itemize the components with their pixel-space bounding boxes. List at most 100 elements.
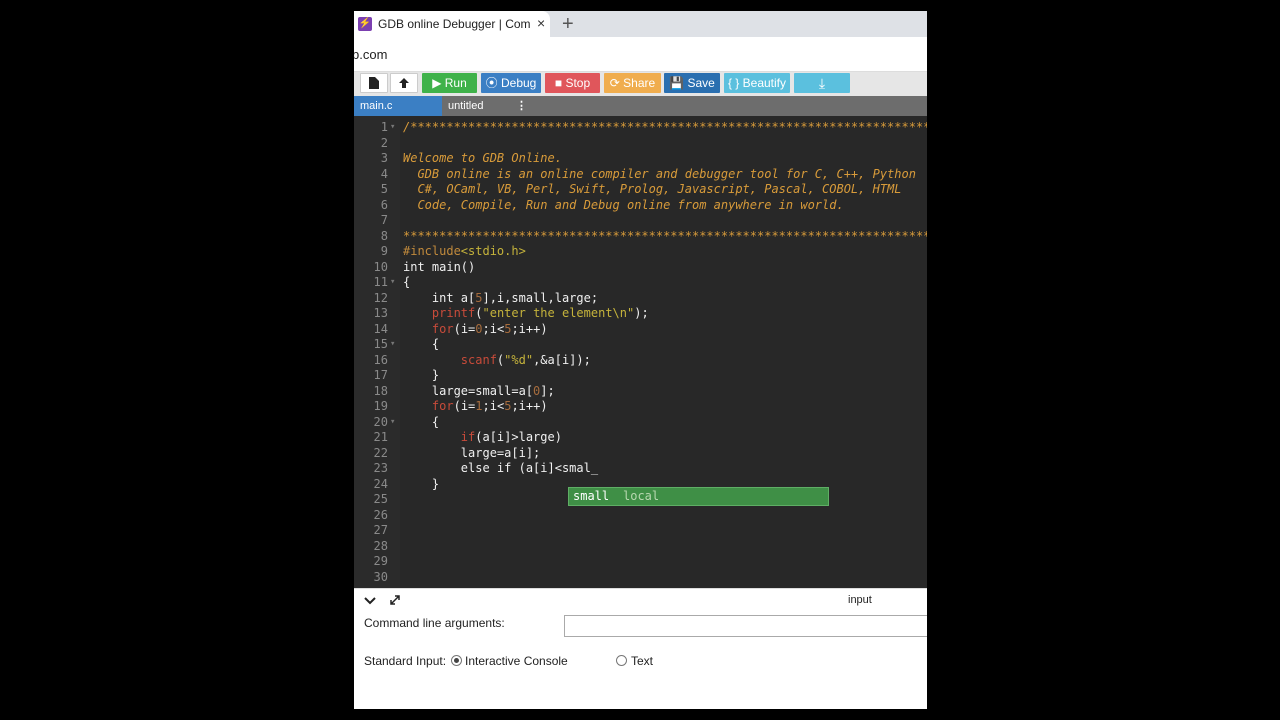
code-line[interactable]: 8 ***************************************… — [354, 229, 927, 245]
autocomplete-popup[interactable]: small local — [568, 487, 829, 506]
url-text[interactable]: b.com — [354, 47, 387, 62]
code-text[interactable]: GDB online is an online compiler and deb… — [403, 167, 916, 183]
code-text[interactable]: } — [403, 368, 439, 384]
interactive-console-label[interactable]: Interactive Console — [465, 654, 568, 668]
code-line[interactable]: 21 if(a[i]>large) — [354, 430, 927, 446]
code-line[interactable]: 28 — [354, 539, 927, 555]
text-option-label[interactable]: Text — [631, 654, 653, 668]
radio-text[interactable] — [616, 655, 627, 666]
address-bar[interactable]: b.com — [354, 37, 927, 72]
upload-button[interactable] — [390, 73, 418, 93]
code-text[interactable]: if(a[i]>large) — [403, 430, 562, 446]
code-text[interactable]: } — [403, 477, 439, 493]
code-line[interactable]: 13 printf("enter the element\n"); — [354, 306, 927, 322]
code-line[interactable]: 17 } — [354, 368, 927, 384]
code-line[interactable]: 15 ▾ { — [354, 337, 927, 353]
code-token: scanf — [460, 352, 497, 367]
fold-toggle-icon[interactable]: ▾ — [390, 337, 395, 353]
bottom-panel: input Command line arguments: Standard I… — [354, 588, 927, 709]
code-line[interactable]: 26 — [354, 508, 927, 524]
code-line[interactable]: 27 — [354, 523, 927, 539]
standard-input-label: Standard Input: — [364, 654, 447, 668]
line-number: 29 — [373, 554, 388, 568]
code-editor[interactable]: 1 ▾ /*************************************… — [354, 116, 927, 588]
share-button[interactable]: ⟳ Share — [604, 73, 661, 93]
code-text[interactable]: int a[5],i,small,large; — [403, 291, 598, 307]
new-tab-button[interactable]: + — [562, 13, 574, 36]
line-number: 11 — [373, 275, 388, 289]
code-text[interactable]: scanf("%d",&a[i]); — [403, 353, 591, 369]
code-token: ],i,small,large; — [482, 290, 599, 305]
code-text[interactable]: ****************************************… — [403, 229, 927, 245]
line-number: 16 — [373, 352, 388, 367]
code-text[interactable]: { — [403, 337, 439, 353]
code-token: 1 — [475, 399, 483, 413]
code-line[interactable]: 30 — [354, 570, 927, 586]
radio-interactive-console[interactable] — [451, 655, 462, 666]
code-token: ;i++) — [511, 399, 548, 413]
code-text[interactable]: { — [403, 275, 410, 291]
code-line[interactable]: 22 large=a[i]; — [354, 446, 927, 462]
code-line[interactable]: 9 #include<stdio.h> — [354, 244, 927, 260]
code-text[interactable]: int main() — [403, 260, 475, 276]
gdb-favicon-icon: ⚡ — [358, 17, 372, 31]
tab-menu-icon[interactable]: ⋮ — [516, 96, 527, 116]
beautify-button[interactable]: { } Beautify — [724, 73, 790, 93]
run-button[interactable]: ▶ Run — [422, 73, 477, 93]
code-token: ****************************************… — [403, 228, 927, 243]
ide-toolbar: ▶ Run ⦿ Debug ■ Stop ⟳ Share 💾 Save { } … — [354, 72, 927, 96]
code-text[interactable]: C#, OCaml, VB, Perl, Swift, Prolog, Java… — [403, 182, 901, 198]
autocomplete-word[interactable]: small — [573, 488, 609, 505]
code-line[interactable]: 10 int main() — [354, 260, 927, 276]
close-tab-icon[interactable]: × — [537, 15, 545, 31]
code-line[interactable]: 5 C#, OCaml, VB, Perl, Swift, Prolog, Ja… — [354, 182, 927, 198]
debug-button[interactable]: ⦿ Debug — [481, 73, 541, 93]
browser-tab[interactable]: ⚡ GDB online Debugger | Compiler × — [354, 11, 550, 37]
save-button[interactable]: 💾 Save — [664, 73, 720, 93]
code-text[interactable]: { — [403, 415, 439, 431]
code-line[interactable]: 12 int a[5],i,small,large; — [354, 291, 927, 307]
line-number: 15 — [373, 337, 388, 351]
code-line[interactable]: 16 scanf("%d",&a[i]); — [354, 353, 927, 369]
code-line[interactable]: 14 for(i=0;i<5;i++) — [354, 322, 927, 338]
code-line[interactable]: 19 for(i=1;i<5;i++) — [354, 399, 927, 415]
stop-button[interactable]: ■ Stop — [545, 73, 600, 93]
code-line[interactable]: 6 Code, Compile, Run and Debug online fr… — [354, 198, 927, 214]
expand-icon[interactable] — [389, 594, 401, 606]
code-line[interactable]: 2 — [354, 136, 927, 152]
fold-toggle-icon[interactable]: ▾ — [390, 415, 395, 431]
code-line[interactable]: 23 else if (a[i]<smal_ — [354, 461, 927, 477]
code-line[interactable]: 4 GDB online is an online compiler and d… — [354, 167, 927, 183]
code-line[interactable]: 29 — [354, 554, 927, 570]
code-text[interactable]: for(i=0;i<5;i++) — [403, 322, 548, 338]
code-text[interactable]: Welcome to GDB Online. — [403, 151, 562, 167]
code-text[interactable]: Code, Compile, Run and Debug online from… — [403, 198, 843, 214]
tab-main-c[interactable]: main.c — [354, 96, 442, 116]
browser-tab-bar: ⚡ GDB online Debugger | Compiler × + — [354, 11, 927, 37]
code-token: ,&a[i]); — [533, 352, 591, 367]
fold-toggle-icon[interactable]: ▾ — [390, 275, 395, 291]
code-text[interactable]: printf("enter the element\n"); — [403, 306, 649, 322]
new-file-icon — [369, 77, 379, 89]
code-text[interactable]: for(i=1;i<5;i++) — [403, 399, 548, 415]
code-token: "enter the element — [482, 306, 613, 320]
code-line[interactable]: 20 ▾ { — [354, 415, 927, 431]
code-line[interactable]: 18 large=small=a[0]; — [354, 384, 927, 400]
chevron-down-icon[interactable] — [364, 596, 376, 606]
code-text[interactable]: /***************************************… — [403, 120, 927, 136]
code-token: for — [431, 399, 454, 413]
code-token: int main() — [403, 259, 476, 274]
code-text[interactable]: large=a[i]; — [403, 446, 540, 462]
download-button[interactable]: ⤓ — [794, 73, 850, 93]
code-line[interactable]: 11 ▾ { — [354, 275, 927, 291]
code-text[interactable]: large=small=a[0]; — [403, 384, 555, 400]
cmd-args-input[interactable] — [564, 615, 927, 637]
code-text[interactable]: #include<stdio.h> — [403, 244, 526, 260]
code-line[interactable]: 3 Welcome to GDB Online. — [354, 151, 927, 167]
tab-untitled[interactable]: untitled — [448, 96, 508, 116]
new-file-button[interactable] — [360, 73, 388, 93]
fold-toggle-icon[interactable]: ▾ — [390, 120, 395, 136]
code-line[interactable]: 7 — [354, 213, 927, 229]
code-text[interactable]: else if (a[i]<smal_ — [403, 461, 598, 477]
code-line[interactable]: 1 ▾ /*************************************… — [354, 120, 927, 136]
